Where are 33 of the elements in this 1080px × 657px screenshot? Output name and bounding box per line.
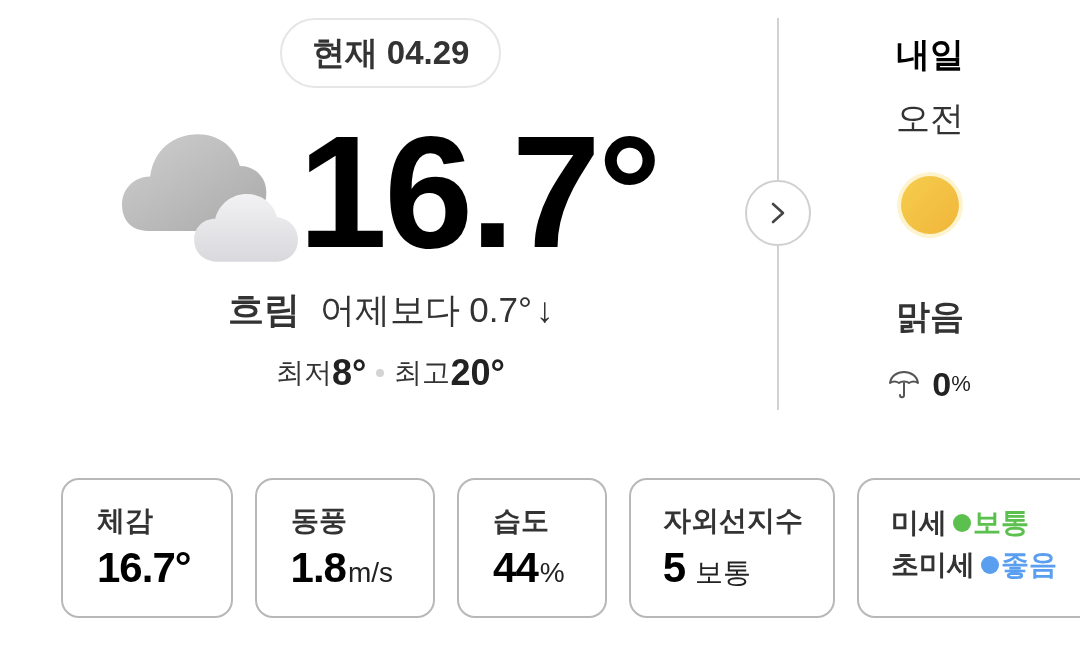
high-temperature-value: 20°	[450, 351, 505, 395]
air-quality-label: 미세	[890, 506, 947, 540]
cloud-icon	[122, 134, 299, 262]
air-quality-status: 보통	[972, 506, 1029, 540]
detail-label: 체감	[97, 504, 154, 538]
temperature-comparison: 어제보다 0.7°	[319, 289, 532, 331]
low-temperature-value: 8°	[332, 351, 367, 395]
precipitation-unit: %	[951, 370, 971, 398]
high-temperature-label: 최고	[394, 356, 451, 390]
detail-value: 5	[662, 544, 686, 592]
detail-value: 16.7°	[97, 544, 191, 592]
current-condition: 흐림	[227, 288, 300, 332]
down-arrow: ↓	[535, 289, 554, 331]
detail-value: 44	[493, 544, 538, 592]
detail-value: 1.8	[290, 544, 346, 592]
detail-label: 동풍	[290, 504, 348, 538]
umbrella-icon	[888, 368, 921, 400]
tomorrow-condition: 맑음	[895, 296, 964, 337]
detail-label: 자외선지수	[662, 504, 803, 538]
detail-unit: %	[539, 556, 565, 590]
current-date-badge: 현재 04.29	[279, 18, 502, 88]
detail-unit: 보통	[695, 556, 752, 590]
air-quality-label: 초미세	[890, 548, 975, 582]
precipitation-value: 0	[932, 364, 952, 404]
air-quality-status: 좋음	[1000, 548, 1057, 582]
detail-label: 습도	[493, 504, 551, 538]
current-temperature: 16.7°	[298, 122, 659, 262]
low-temperature-label: 최저	[276, 356, 333, 390]
chevron-right-icon	[771, 202, 785, 224]
sun-icon	[896, 172, 963, 238]
tomorrow-title: 내일	[895, 34, 964, 75]
detail-unit: m/s	[347, 556, 394, 590]
forecast-period: 오전	[895, 98, 964, 139]
